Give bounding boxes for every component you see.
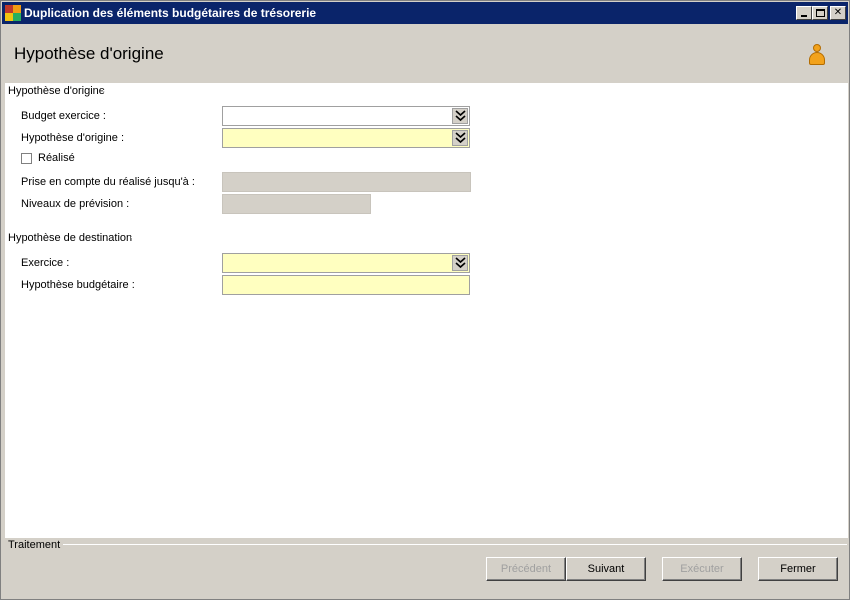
app-window: Duplication des éléments budgétaires de … xyxy=(0,0,850,600)
close-window-button[interactable]: ✕ xyxy=(830,6,846,20)
section-title-destination: Hypothèse de destination xyxy=(8,232,133,244)
hypothese-origine-select[interactable] xyxy=(222,128,470,148)
minimize-icon xyxy=(801,15,807,17)
window-title: Duplication des éléments budgétaires de … xyxy=(24,6,317,20)
page-title: Hypothèse d'origine xyxy=(14,44,164,63)
double-chevron-down-icon xyxy=(455,257,466,269)
double-chevron-down-icon xyxy=(455,132,466,144)
title-bar[interactable]: Duplication des éléments budgétaires de … xyxy=(2,2,848,24)
user-icon[interactable] xyxy=(808,44,826,66)
niveaux-prevision-field xyxy=(222,194,371,214)
hypothese-origine-label: Hypothèse d'origine : xyxy=(21,132,124,144)
budget-exercice-select[interactable] xyxy=(222,106,470,126)
next-button[interactable]: Suivant xyxy=(566,557,646,581)
minimize-button[interactable] xyxy=(796,6,812,20)
niveaux-prevision-label: Niveaux de prévision : xyxy=(21,198,130,210)
section-divider xyxy=(103,90,848,91)
maximize-button[interactable] xyxy=(812,6,828,20)
page-header: Hypothèse d'origine xyxy=(2,24,848,83)
hypothese-budgetaire-label: Hypothèse budgétaire : xyxy=(21,279,135,291)
traitement-section-title: Traitement xyxy=(8,539,61,551)
form-panel: Hypothèse d'origine Budget exercice : Hy… xyxy=(5,83,848,538)
prise-en-compte-field xyxy=(222,172,471,192)
budget-exercice-label: Budget exercice : xyxy=(21,110,106,122)
maximize-icon xyxy=(815,9,825,17)
double-chevron-down-icon xyxy=(455,110,466,122)
hypothese-budgetaire-input[interactable] xyxy=(222,275,470,295)
realise-label: Réalisé xyxy=(38,152,75,164)
previous-button[interactable]: Précédent xyxy=(486,557,566,581)
hypothese-origine-dropdown-button[interactable] xyxy=(452,130,468,146)
budget-exercice-dropdown-button[interactable] xyxy=(452,108,468,124)
exercice-dropdown-button[interactable] xyxy=(452,255,468,271)
exercice-label: Exercice : xyxy=(21,257,70,269)
section-divider xyxy=(63,544,847,545)
close-icon: ✕ xyxy=(833,7,843,18)
prise-en-compte-label: Prise en compte du réalisé jusqu'à : xyxy=(21,176,195,188)
exercice-select[interactable] xyxy=(222,253,470,273)
app-icon xyxy=(5,5,21,21)
execute-button[interactable]: Exécuter xyxy=(662,557,742,581)
close-button[interactable]: Fermer xyxy=(758,557,838,581)
section-title-origin: Hypothèse d'origine xyxy=(8,85,105,97)
section-divider xyxy=(131,237,848,238)
realise-checkbox[interactable] xyxy=(21,153,32,164)
